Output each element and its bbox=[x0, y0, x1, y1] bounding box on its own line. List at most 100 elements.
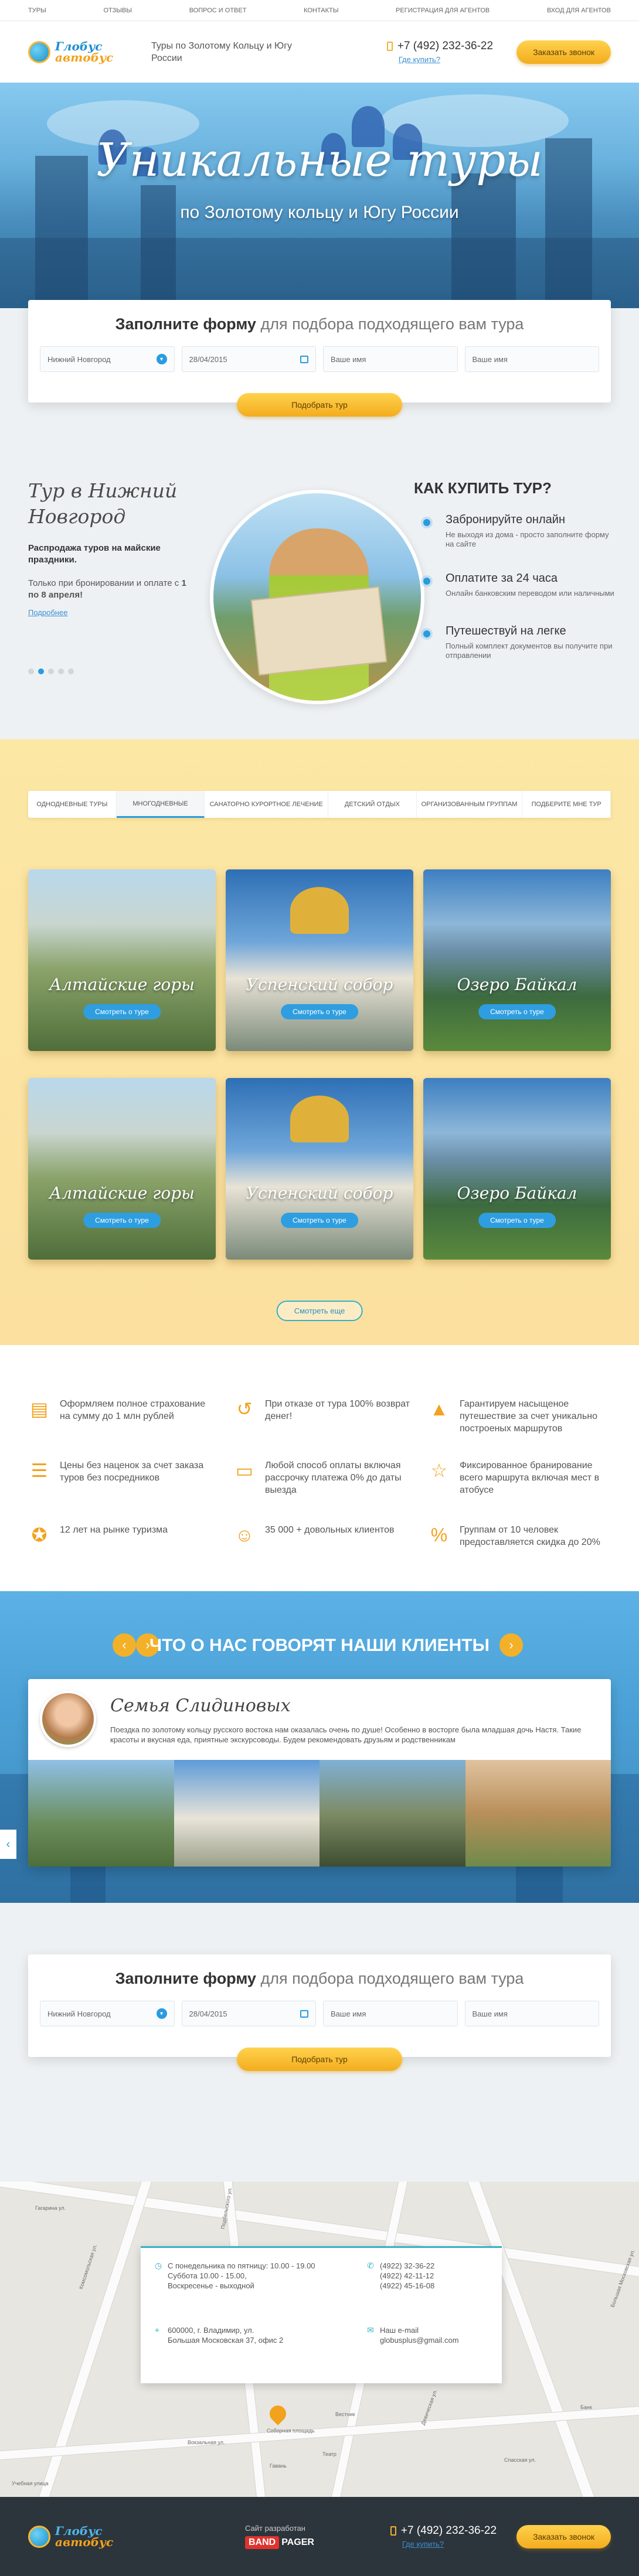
nav-faq[interactable]: Вопрос и ответ bbox=[189, 7, 247, 14]
tour-card-cathedral[interactable]: Успенский собор Смотреть о туре bbox=[226, 1078, 413, 1260]
feature-item: ▤ Оформляем полное страхование на сумму д… bbox=[28, 1398, 210, 1422]
footer-phone-block: +7 (492) 232-36-22 Где купить? bbox=[390, 2524, 497, 2548]
percent-icon: % bbox=[430, 1524, 448, 1545]
tab-one-day[interactable]: Однодневные туры bbox=[28, 791, 117, 818]
globe-icon bbox=[28, 40, 50, 63]
slider-left-handle[interactable]: ‹ bbox=[0, 1830, 16, 1859]
name-input-2[interactable]: Ваше имя bbox=[464, 346, 599, 372]
view-tour-button[interactable]: Смотреть о туре bbox=[281, 1213, 358, 1228]
view-tour-button[interactable]: Смотреть о туре bbox=[281, 1004, 358, 1019]
step-dot bbox=[423, 630, 430, 637]
view-tour-button[interactable]: Смотреть о туре bbox=[83, 1004, 161, 1019]
nav-contacts[interactable]: Контакты bbox=[304, 7, 338, 14]
tagline: Туры по Золотому Кольцу и Югу России bbox=[151, 40, 293, 63]
review-photos bbox=[28, 1760, 611, 1867]
tour-card-altai[interactable]: Алтайские горы Смотреть о туре bbox=[28, 869, 216, 1051]
find-tour-button[interactable]: Подобрать тур bbox=[237, 393, 402, 417]
chevron-down-icon: ▾ bbox=[156, 2008, 167, 2019]
date-field[interactable]: 28/04/2015 bbox=[181, 346, 316, 372]
city-select[interactable]: Нижний Новгород ▾ bbox=[40, 2001, 175, 2026]
review-photo[interactable] bbox=[465, 1760, 611, 1867]
tab-pick-tour[interactable]: Подберите мне тур bbox=[522, 791, 611, 818]
slider-dot[interactable] bbox=[48, 668, 54, 674]
tab-sanatorium[interactable]: Санаторно курортное лечение bbox=[205, 791, 328, 818]
logo[interactable]: Глобус автобус bbox=[28, 40, 128, 64]
nav-reviews[interactable]: Отзывы bbox=[103, 7, 132, 14]
refund-icon: ↺ bbox=[236, 1398, 253, 1420]
receipt-icon: ☰ bbox=[30, 1460, 48, 1481]
city-select[interactable]: Нижний Новгород ▾ bbox=[40, 346, 175, 372]
tours-section: Однодневные туры Многодневные Санаторно … bbox=[0, 739, 639, 1345]
developer-logo[interactable]: BAND PAGER bbox=[245, 2536, 314, 2549]
wallet-icon: ▭ bbox=[235, 1460, 254, 1481]
footer-callback-button[interactable]: Заказать звонок bbox=[516, 2524, 611, 2548]
review-photo[interactable] bbox=[320, 1760, 465, 1867]
slider-dot[interactable] bbox=[68, 668, 74, 674]
logo-line2: автобус bbox=[55, 50, 114, 64]
footer-where-link[interactable]: Где купить? bbox=[402, 2540, 497, 2548]
feature-item: ☰ Цены без наценок за счет заказа туров б… bbox=[28, 1459, 210, 1484]
calendar-icon bbox=[300, 2009, 308, 2018]
top-navigation: Туры Отзывы Вопрос и ответ Контакты Реги… bbox=[0, 0, 639, 21]
reviews-section: ‹ › › Что о нас говорят наши клиенты Сем… bbox=[0, 1591, 639, 1903]
feature-item: ✪ 12 лет на рынке туризма bbox=[28, 1524, 210, 1546]
slider-dot-active[interactable] bbox=[38, 668, 44, 674]
hero-subtitle: по Золотому кольцу и Югу России bbox=[180, 203, 459, 222]
how-to-buy-title: КАК КУПИТЬ ТУР? bbox=[414, 479, 552, 497]
star-icon: ☆ bbox=[430, 1460, 448, 1481]
review-photo[interactable] bbox=[28, 1760, 174, 1867]
phone-icon bbox=[390, 2526, 396, 2536]
document-icon: ▤ bbox=[30, 1398, 49, 1420]
tour-tabs: Однодневные туры Многодневные Санаторно … bbox=[28, 791, 611, 818]
name-input[interactable]: Ваше имя bbox=[323, 2001, 458, 2026]
form-title: Заполните форму для подбора подходящего … bbox=[115, 315, 524, 333]
view-tour-button[interactable]: Смотреть о туре bbox=[478, 1004, 556, 1019]
nav-agent-registration[interactable]: Регистрация для агентов bbox=[396, 7, 490, 14]
slider-dot[interactable] bbox=[28, 668, 34, 674]
tab-kids[interactable]: Детский отдых bbox=[328, 791, 417, 818]
chevron-down-icon: ▾ bbox=[156, 354, 167, 364]
step-dot bbox=[423, 578, 430, 585]
features-section: ▤ Оформляем полное страхование на сумму д… bbox=[0, 1345, 639, 1591]
location-pin-icon[interactable] bbox=[266, 2402, 290, 2425]
clock-icon: ◷ bbox=[155, 2261, 162, 2270]
nav-agent-login[interactable]: Вход для агентов bbox=[547, 7, 611, 14]
header-phone[interactable]: +7 (492) 232-36-22 bbox=[397, 40, 493, 53]
globe-icon bbox=[28, 2525, 50, 2548]
phone-icon bbox=[386, 42, 393, 51]
tab-groups[interactable]: Организованным группам bbox=[417, 791, 523, 818]
footer-logo[interactable]: Глобус автобус bbox=[28, 2525, 128, 2548]
contact-card: ◷ С понедельника по пятницу: 10.00 - 19.… bbox=[141, 2246, 502, 2383]
tour-card-cathedral[interactable]: Успенский собор Смотреть о туре bbox=[226, 869, 413, 1051]
view-tour-button[interactable]: Смотреть о туре bbox=[83, 1213, 161, 1228]
tour-card-altai[interactable]: Алтайские горы Смотреть о туре bbox=[28, 1078, 216, 1260]
map[interactable]: Большая Московская ул. Комсомольская ул.… bbox=[0, 2182, 639, 2497]
phone-icon: ✆ bbox=[367, 2261, 374, 2270]
name-input-2[interactable]: Ваше имя bbox=[464, 2001, 599, 2026]
tour-card-baikal[interactable]: Озеро Байкал Смотреть о туре bbox=[423, 1078, 611, 1260]
tour-card-baikal[interactable]: Озеро Байкал Смотреть о туре bbox=[423, 869, 611, 1051]
nav-tours[interactable]: Туры bbox=[28, 7, 46, 14]
name-input[interactable]: Ваше имя bbox=[323, 346, 458, 372]
slider-dot[interactable] bbox=[58, 668, 64, 674]
review-photo[interactable] bbox=[174, 1760, 320, 1867]
show-more-button[interactable]: Смотреть еще bbox=[276, 1301, 363, 1321]
find-tour-button[interactable]: Подобрать тур bbox=[237, 2048, 402, 2071]
feature-item: ☺ 35 000 + довольных клиентов bbox=[233, 1524, 415, 1546]
step-1: Забронируйте онлайн Не выходя из дома - … bbox=[446, 513, 609, 548]
tour-search-form: Заполните форму для подбора подходящего … bbox=[28, 300, 611, 417]
promo-more-link[interactable]: Подробнее bbox=[28, 608, 67, 617]
tab-multi-day[interactable]: Многодневные bbox=[116, 791, 205, 818]
promo-text: Только при бронировании и оплате с 1 по … bbox=[28, 578, 186, 600]
view-tour-button[interactable]: Смотреть о туре bbox=[478, 1213, 556, 1228]
feature-item: % Группам от 10 человек предоставляется с… bbox=[428, 1524, 610, 1548]
step-dot bbox=[423, 519, 430, 526]
date-field[interactable]: 28/04/2015 bbox=[181, 2001, 316, 2026]
footer-phone[interactable]: +7 (492) 232-36-22 bbox=[401, 2524, 497, 2537]
email-link[interactable]: globusplus@gmail.com bbox=[380, 2335, 459, 2345]
feature-item: ▭ Любой способ оплаты включая рассрочку п… bbox=[233, 1459, 415, 1496]
hero-banner: Уникальные туры по Золотому кольцу и Югу… bbox=[0, 83, 639, 308]
where-to-buy-link[interactable]: Где купить? bbox=[399, 55, 493, 64]
review-text: Поездка по золотому кольцу русского вост… bbox=[110, 1725, 582, 1744]
callback-button[interactable]: Заказать звонок bbox=[516, 40, 611, 64]
